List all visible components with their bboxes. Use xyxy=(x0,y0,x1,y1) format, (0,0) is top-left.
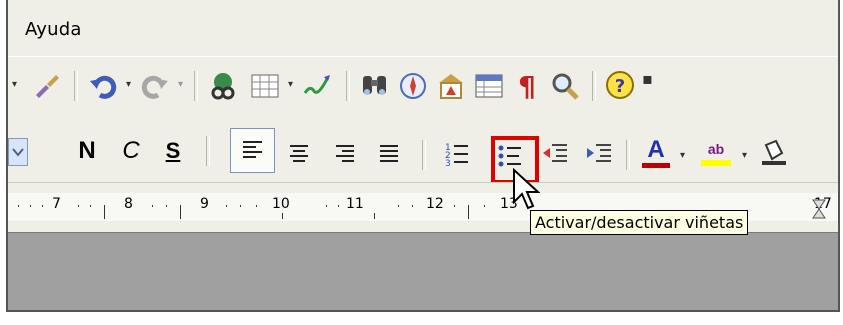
menu-bar: Ayuda xyxy=(8,0,838,56)
svg-text:?: ? xyxy=(615,76,625,97)
redo-dropdown-icon[interactable]: ▾ xyxy=(178,79,183,90)
table-dropdown-icon[interactable]: ▾ xyxy=(288,79,293,90)
show-draw-functions-icon[interactable] xyxy=(300,69,334,103)
decrease-indent-button[interactable] xyxy=(538,136,572,170)
mouse-cursor-icon xyxy=(513,168,540,210)
help-icon[interactable]: ? xyxy=(602,67,638,103)
align-right-icon xyxy=(336,145,354,162)
find-replace-icon[interactable] xyxy=(358,69,392,103)
document-area xyxy=(8,232,838,310)
separator xyxy=(74,71,78,101)
separator xyxy=(346,71,350,101)
justify-button[interactable] xyxy=(372,136,406,170)
font-color-bar xyxy=(642,162,670,168)
background-color-button[interactable] xyxy=(756,134,790,170)
bold-button[interactable]: N xyxy=(72,134,102,168)
svg-text:3: 3 xyxy=(445,159,451,168)
undo-dropdown-icon[interactable]: ▾ xyxy=(126,79,131,90)
separator xyxy=(194,71,198,101)
zoom-icon[interactable] xyxy=(548,69,582,103)
toolbar-overflow-icon[interactable]: ▪ xyxy=(642,69,653,88)
highlight-color-bar xyxy=(701,160,731,166)
right-margin-marker-icon[interactable] xyxy=(812,199,826,219)
gallery-icon[interactable] xyxy=(434,69,468,103)
align-left-icon xyxy=(243,141,262,158)
dropdown-arrow-icon[interactable]: ▾ xyxy=(12,79,17,90)
underline-button[interactable]: S xyxy=(158,134,188,168)
align-center-icon xyxy=(290,145,308,162)
increase-indent-icon xyxy=(587,144,611,162)
highlighting-button[interactable]: ab xyxy=(696,132,736,172)
redo-icon[interactable] xyxy=(138,69,172,103)
italic-button[interactable]: C xyxy=(116,134,146,168)
align-left-button[interactable] xyxy=(230,128,275,173)
highlight-dropdown-icon[interactable]: ▾ xyxy=(742,150,747,161)
highlight-letters: ab xyxy=(707,141,725,157)
separator xyxy=(422,140,426,170)
font-color-letter: A xyxy=(647,135,665,163)
numbered-list-icon: 123 xyxy=(445,143,468,168)
formatting-marks-icon[interactable]: ¶ xyxy=(510,69,544,103)
decrease-indent-icon xyxy=(543,144,567,162)
navigator-icon[interactable] xyxy=(396,69,430,103)
align-center-button[interactable] xyxy=(282,136,316,170)
align-right-button[interactable] xyxy=(328,136,362,170)
app-window: Ayuda ▾ ▾ ▾ ▾ ¶ ? ▪ N C S 1 2 3 A ▾ ab ▾… xyxy=(6,0,840,312)
numbering-button[interactable]: 123 xyxy=(440,136,474,170)
separator xyxy=(206,136,210,166)
separator xyxy=(592,71,596,101)
paint-bucket-icon xyxy=(762,139,786,165)
standard-toolbar: ▾ ▾ ▾ ▾ ¶ ? ▪ xyxy=(8,56,838,117)
table-icon[interactable] xyxy=(248,69,282,103)
clone-formatting-brush-icon[interactable] xyxy=(30,69,64,103)
increase-indent-button[interactable] xyxy=(582,136,616,170)
tooltip: Activar/desactivar viñetas xyxy=(530,210,749,235)
font-color-button[interactable]: A xyxy=(638,132,674,172)
font-color-dropdown-icon[interactable]: ▾ xyxy=(680,150,685,161)
hyperlink-icon[interactable] xyxy=(206,69,240,103)
font-size-dropdown[interactable] xyxy=(8,138,28,166)
separator xyxy=(626,140,630,170)
data-sources-icon[interactable] xyxy=(472,69,506,103)
menu-help[interactable]: Ayuda xyxy=(25,19,82,40)
justify-icon xyxy=(380,145,398,162)
undo-icon[interactable] xyxy=(86,69,120,103)
